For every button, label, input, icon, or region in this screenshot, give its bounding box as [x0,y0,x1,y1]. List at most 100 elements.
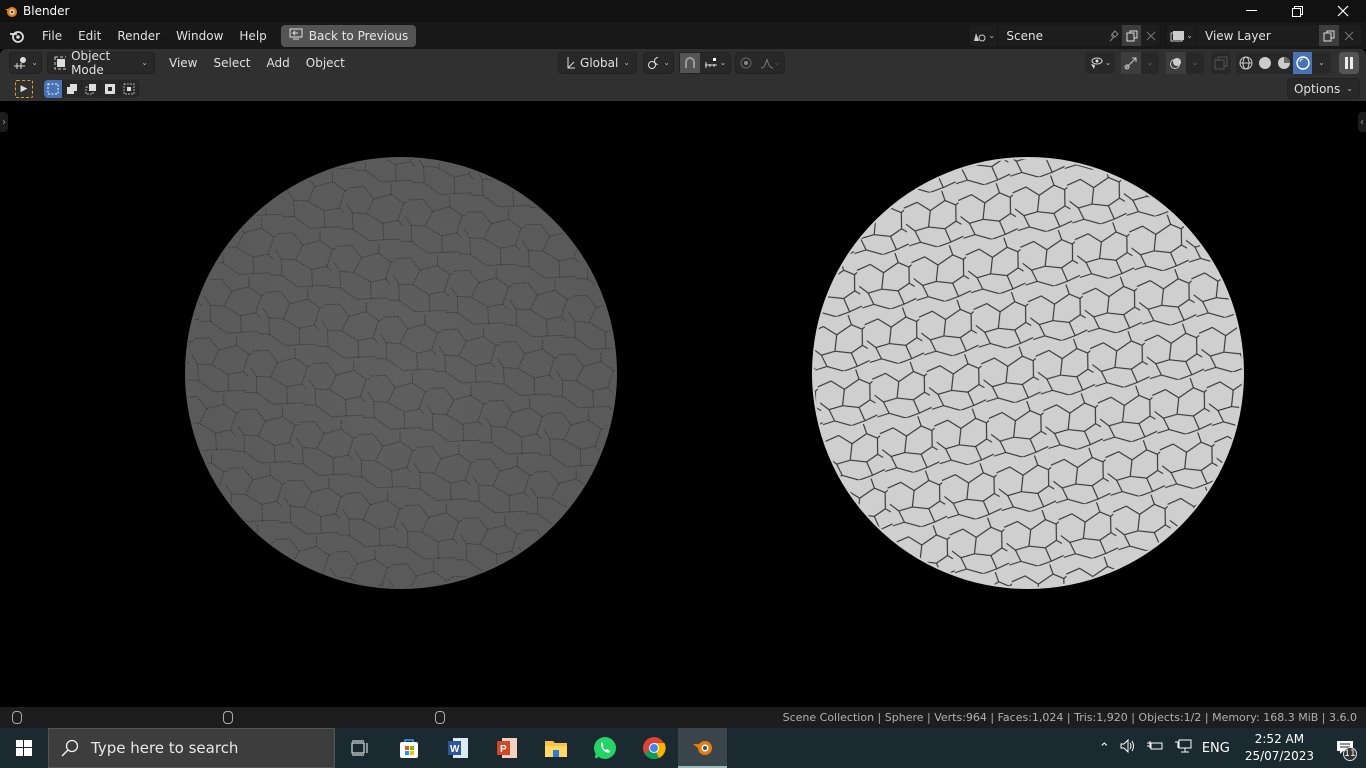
taskbar-app-whatsapp[interactable] [580,728,629,768]
options-dropdown[interactable]: Options ⌄ [1286,78,1360,99]
taskbar-app-word[interactable]: W [433,728,482,768]
mouse-left-icon [12,711,22,724]
menu-object[interactable]: Object [298,52,353,74]
minimize-button[interactable] [1228,0,1274,22]
sphere-right[interactable] [812,157,1244,589]
transform-orientation-label: Global [580,55,619,70]
xray-icon [1214,56,1228,69]
new-scene-button[interactable] [1122,25,1142,46]
taskbar-app-blender[interactable] [678,728,727,768]
shading-rendered-button[interactable] [1293,51,1312,74]
pause-icon [1345,56,1353,69]
svg-text:P: P [500,744,507,755]
menu-render[interactable]: Render [109,25,168,47]
menu-view[interactable]: View [161,52,205,74]
pin-icon[interactable] [1103,25,1122,46]
mouse-right-icon [435,711,445,724]
action-center-button[interactable]: 11 [1324,728,1366,768]
search-icon [61,739,79,757]
transform-orientation-selector[interactable]: Global ⌄ [558,51,637,74]
proportional-editing-toggle[interactable] [736,53,756,73]
shading-wireframe-button[interactable] [1236,52,1255,74]
taskbar-app-store[interactable] [384,728,433,768]
taskbar-search-box[interactable]: Type here to search [48,728,335,768]
menu-window[interactable]: Window [168,25,231,47]
scene-name-field[interactable]: Scene [998,25,1104,46]
gizmo-toggle[interactable] [1121,51,1141,74]
mouse-middle-icon [223,711,233,724]
language-indicator[interactable]: ENG [1197,741,1235,756]
menu-edit[interactable]: Edit [70,25,109,47]
pause-render-button[interactable] [1339,51,1359,74]
selection-mode-group [44,79,139,98]
mode-selector[interactable]: Object Mode ⌄ [47,49,155,77]
taskbar-app-file-explorer[interactable] [531,728,580,768]
overlays-toggle[interactable] [1166,51,1186,74]
sidebar-expand-arrow[interactable]: ‹ [1358,112,1366,132]
select-extend-icon [67,83,77,94]
view-layer-name-field[interactable]: View Layer [1197,25,1319,46]
gizmo-icon [1124,57,1137,69]
close-button[interactable] [1320,0,1366,22]
svg-text:W: W [450,744,460,755]
snap-toggle-button[interactable] [680,52,700,73]
select-box-tool-icon[interactable]: ▶ [15,79,33,98]
restore-button[interactable] [1274,0,1320,22]
menu-help[interactable]: Help [231,25,274,47]
select-intersect-mode-button[interactable] [120,79,139,98]
clock[interactable]: 2:52 AM 25/07/2023 [1235,731,1324,765]
orientation-axes-icon [567,56,576,68]
whatsapp-icon [593,737,616,759]
xray-toggle[interactable] [1211,51,1231,74]
menu-file[interactable]: File [34,25,70,47]
editor-type-selector[interactable]: ⌄ [9,51,42,74]
microsoft-store-icon [399,739,418,758]
snap-increment-icon [704,57,717,68]
blender-icon [692,741,712,755]
shading-material-button[interactable] [1274,52,1293,74]
shading-options-dropdown[interactable]: ⌄ [1312,52,1331,74]
overlays-dropdown[interactable]: ⌄ [1186,52,1204,74]
battery-icon[interactable] [1141,740,1169,756]
blender-menu-icon[interactable] [0,29,34,43]
3d-viewport[interactable]: › ‹ [0,101,1366,707]
scene-name: Scene [1006,28,1044,43]
options-label: Options [1293,81,1341,96]
select-new-icon [47,83,59,94]
proportional-editing-icon [740,57,752,68]
start-button[interactable] [0,728,48,768]
eye-cursor-icon [1090,57,1103,69]
gizmo-dropdown[interactable]: ⌄ [1141,52,1159,74]
menu-add[interactable]: Add [259,52,298,74]
view-layer-browse-button[interactable]: ⌄ [1167,25,1197,46]
select-invert-mode-button[interactable] [101,79,120,98]
task-view-button[interactable] [335,728,384,768]
select-invert-icon [105,83,115,94]
menu-select[interactable]: Select [205,52,258,74]
new-view-layer-button[interactable] [1319,25,1339,46]
scene-selector: ⌄ Scene [970,25,1160,46]
proportional-falloff-selector[interactable]: ⌄ [756,53,784,73]
window-title: Blender [23,4,70,18]
back-to-previous-button[interactable]: Back to Previous [280,24,417,47]
visibility-selector[interactable]: ⌄ [1085,51,1115,74]
scene-browse-button[interactable]: ⌄ [970,25,999,46]
delete-view-layer-button[interactable] [1339,25,1359,46]
pivot-point-selector[interactable]: ⌄ [643,51,674,74]
delete-scene-button[interactable] [1141,25,1160,46]
taskbar-app-powerpoint[interactable]: P [482,728,531,768]
volume-icon[interactable] [1115,738,1141,757]
shading-solid-button[interactable] [1255,52,1274,74]
snap-target-selector[interactable]: ⌄ [700,53,730,73]
select-subtract-mode-button[interactable] [82,79,101,98]
taskbar-app-chrome[interactable] [629,728,678,768]
network-icon[interactable] [1169,739,1197,757]
select-new-mode-button[interactable] [44,79,63,98]
powerpoint-icon: P [496,738,517,758]
select-extend-mode-button[interactable] [63,79,82,98]
scene-statistics: Scene Collection | Sphere | Verts:964 | … [782,711,1357,724]
toolbar-expand-arrow[interactable]: › [0,112,8,132]
show-hidden-icons-button[interactable]: ⌃ [1094,741,1115,756]
sphere-left[interactable] [185,157,617,589]
tool-settings-bar: ▶ [0,76,1366,101]
